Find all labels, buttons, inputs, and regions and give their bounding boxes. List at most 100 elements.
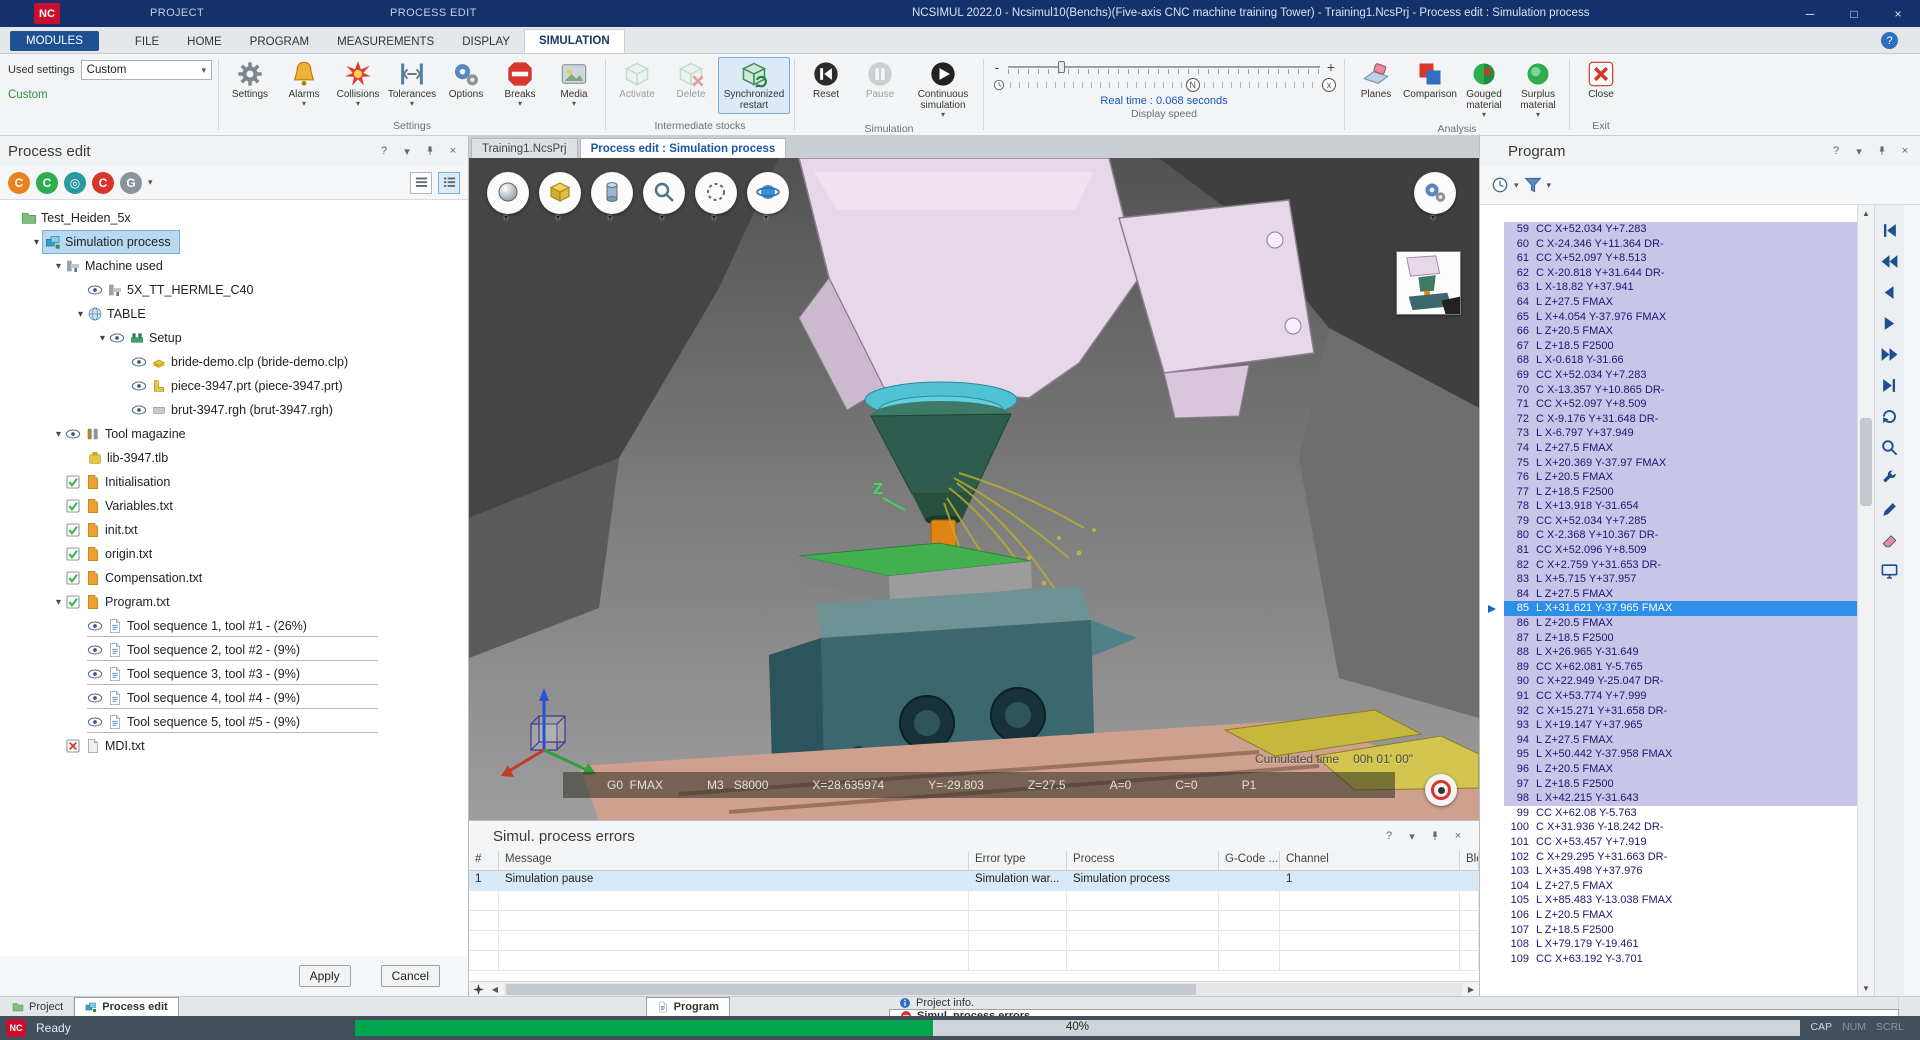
program-close-panel-button[interactable]: × (1898, 144, 1912, 158)
gcode-line-103[interactable]: 103L X+35.498 Y+37.976 (1480, 864, 1857, 879)
tree-item-bride-demo-clp-bride-demo-clp[interactable]: bride-demo.clp (bride-demo.clp) (0, 350, 468, 374)
scroll-right-button[interactable]: ▶ (1463, 982, 1479, 996)
visibility-eye-icon[interactable] (87, 714, 103, 730)
gcode-line-109[interactable]: 109CC X+63.192 Y-3.701 (1480, 952, 1857, 967)
gcode-line-98[interactable]: 98L X+42.215 Y-31.643 (1480, 791, 1857, 806)
program-pin-button[interactable] (1875, 144, 1889, 158)
tree-item-program-txt[interactable]: ▾Program.txt (0, 590, 468, 614)
horizontal-scrollbar[interactable]: ◀ ▶ (469, 981, 1479, 996)
gcode-line-74[interactable]: 74L Z+27.5 FMAX (1480, 441, 1857, 456)
gcode-line-78[interactable]: 78L X+13.918 Y-31.654 (1480, 499, 1857, 514)
loop-button[interactable] (1879, 405, 1901, 427)
collisions-button[interactable]: Collisions▾ (331, 57, 385, 111)
delete-button[interactable]: Delete (664, 57, 718, 103)
gcode-line-83[interactable]: 83L X+5.715 Y+37.957 (1480, 572, 1857, 587)
surplus-material-button[interactable]: Surplus material▾ (1511, 57, 1565, 122)
gcode-line-60[interactable]: 60C X-24.346 Y+11.364 DR- (1480, 237, 1857, 252)
eraser-button[interactable] (1879, 529, 1901, 551)
errors-close-panel-button[interactable]: × (1451, 829, 1465, 843)
errors-column-[interactable]: # (469, 851, 499, 870)
process-edit-panel-menu-button[interactable]: ▾ (400, 144, 414, 158)
gcode-line-107[interactable]: 107L Z+18.5 F2500 (1480, 923, 1857, 938)
gouge-check-icon[interactable]: C (36, 172, 58, 194)
speed-slider[interactable] (1008, 61, 1320, 73)
viewport-settings-button[interactable]: ▾ (1414, 172, 1456, 220)
gcode-line-79[interactable]: 79CC X+52.034 Y+7.285 (1480, 514, 1857, 529)
list-view-toggle[interactable] (410, 172, 432, 194)
gcode-line-96[interactable]: 96L Z+20.5 FMAX (1480, 762, 1857, 777)
maximize-button[interactable]: □ (1832, 0, 1876, 27)
tree-item-mdi-txt[interactable]: MDI.txt (0, 734, 468, 758)
scrollbar-thumb[interactable] (1860, 418, 1872, 506)
errors-help-button[interactable]: ? (1382, 829, 1396, 843)
gcode-line-87[interactable]: 87L Z+18.5 F2500 (1480, 631, 1857, 646)
scroll-left-button[interactable]: ◀ (487, 982, 503, 996)
tree-item-5x-tt-hermle-c40[interactable]: 5X_TT_HERMLE_C40 (0, 278, 468, 302)
visibility-eye-icon[interactable] (131, 354, 147, 370)
activate-button[interactable]: Activate (610, 57, 664, 103)
errors-column-message[interactable]: Message (499, 851, 969, 870)
bottom-tab-process-edit[interactable]: Process edit (74, 997, 178, 1016)
visibility-eye-icon[interactable] (87, 282, 103, 298)
tree-item-brut-3947-rgh-brut-3947-rgh[interactable]: brut-3947.rgh (brut-3947.rgh) (0, 398, 468, 422)
render-mode-button[interactable]: ▾ (487, 172, 529, 220)
scroll-down-button[interactable]: ▼ (1858, 980, 1874, 996)
expand-arrow-icon[interactable]: ▾ (52, 261, 65, 272)
max-speed-marker[interactable]: x (1322, 78, 1336, 92)
normal-speed-marker[interactable]: N (1186, 78, 1200, 92)
checkbox-checked-icon[interactable] (65, 570, 81, 586)
chevron-down-icon[interactable]: ▾ (1547, 180, 1552, 191)
visibility-eye-icon[interactable] (87, 642, 103, 658)
record-button[interactable] (1425, 774, 1457, 806)
bottom-tab-project-info[interactable]: Project info. (889, 997, 1899, 1009)
process-edit-pin-button[interactable] (423, 144, 437, 158)
checkbox-checked-icon[interactable] (65, 498, 81, 514)
apply-button[interactable]: Apply (299, 965, 351, 987)
fast-forward-button[interactable] (1879, 343, 1901, 365)
gcode-line-104[interactable]: 104L Z+27.5 FMAX (1480, 879, 1857, 894)
minimize-button[interactable]: ─ (1788, 0, 1832, 27)
expand-arrow-icon[interactable]: ▾ (74, 309, 87, 320)
collision-check-icon[interactable]: C (8, 172, 30, 194)
gcode-line-100[interactable]: 100C X+31.936 Y-18.242 DR- (1480, 820, 1857, 835)
gcode-line-97[interactable]: 97L Z+18.5 F2500 (1480, 777, 1857, 792)
tree-item-piece-3947-prt-piece-3947-prt[interactable]: piece-3947.prt (piece-3947.prt) (0, 374, 468, 398)
used-settings-combobox[interactable]: Custom ▾ (81, 60, 212, 80)
fast-rewind-button[interactable] (1879, 250, 1901, 272)
tree-item-tool-magazine[interactable]: ▾Tool magazine (0, 422, 468, 446)
gcode-line-99[interactable]: 99CC X+62.08 Y-5.763 (1480, 806, 1857, 821)
tree-item-origin-txt[interactable]: origin.txt (0, 542, 468, 566)
selection-circle-button[interactable]: ▾ (695, 172, 737, 220)
tree-item-tool-sequence-5-tool-5-9[interactable]: Tool sequence 5, tool #5 - (9%) (0, 710, 468, 734)
reset-button[interactable]: Reset (799, 57, 853, 103)
tree-item-table[interactable]: ▾TABLE (0, 302, 468, 326)
errors-column-g-code[interactable]: G-Code ... (1219, 851, 1280, 870)
speed-increase-button[interactable]: + (1326, 59, 1336, 75)
gcode-line-90[interactable]: 90C X+22.949 Y-25.047 DR- (1480, 674, 1857, 689)
gcode-line-66[interactable]: 66L Z+20.5 FMAX (1480, 324, 1857, 339)
checkbox-checked-icon[interactable] (65, 594, 81, 610)
gcode-line-69[interactable]: 69CC X+52.034 Y+7.283 (1480, 368, 1857, 383)
visibility-eye-icon[interactable] (131, 402, 147, 418)
tree-item-variables-txt[interactable]: Variables.txt (0, 494, 468, 518)
ribbon-tab-display[interactable]: DISPLAY (448, 31, 524, 53)
history-clock-icon[interactable] (1490, 175, 1510, 195)
chevron-down-icon[interactable]: ▾ (1514, 180, 1519, 191)
gcode-line-102[interactable]: 102C X+29.295 Y+31.663 DR- (1480, 850, 1857, 865)
close-button[interactable]: × (1876, 0, 1920, 27)
orbit-button[interactable]: ▾ (747, 172, 789, 220)
gcode-line-61[interactable]: 61CC X+52.097 Y+8.513 (1480, 251, 1857, 266)
tree-item-tool-sequence-2-tool-2-9[interactable]: Tool sequence 2, tool #2 - (9%) (0, 638, 468, 662)
tree-item-tool-sequence-3-tool-3-9[interactable]: Tool sequence 3, tool #3 - (9%) (0, 662, 468, 686)
screen-button[interactable] (1879, 560, 1901, 582)
synchronized-restart-button[interactable]: Synchronized restart (718, 57, 790, 114)
process-edit-close-panel-button[interactable]: × (446, 144, 460, 158)
expand-arrow-icon[interactable]: ▾ (96, 333, 109, 344)
tree-item-tool-sequence-4-tool-4-9[interactable]: Tool sequence 4, tool #4 - (9%) (0, 686, 468, 710)
program-help-button[interactable]: ? (1829, 144, 1843, 158)
errors-panel-menu-button[interactable]: ▾ (1405, 829, 1419, 843)
breaks-button[interactable]: Breaks▾ (493, 57, 547, 111)
ribbon-tab-home[interactable]: HOME (173, 31, 236, 53)
target-check-icon[interactable]: ◎ (64, 172, 86, 194)
gcode-line-88[interactable]: 88L X+26.965 Y-31.649 (1480, 645, 1857, 660)
